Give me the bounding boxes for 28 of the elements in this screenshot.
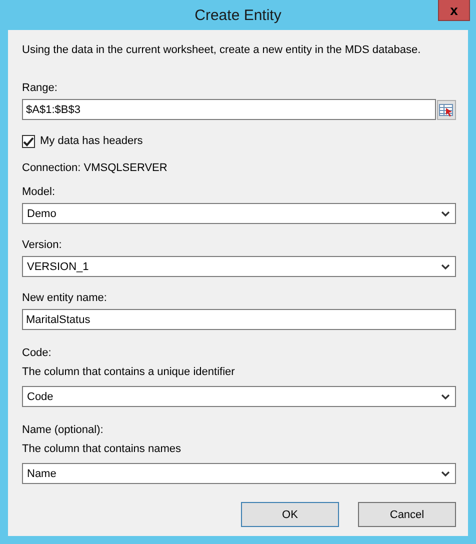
chevron-down-icon [441, 470, 450, 476]
headers-checkbox[interactable] [22, 135, 35, 148]
ok-button[interactable]: OK [241, 502, 339, 527]
field-label: Model: [22, 185, 56, 200]
chevron-down-icon [441, 210, 450, 216]
field-label: Code: [22, 346, 52, 361]
close-button[interactable]: x [438, 0, 470, 21]
chevron-down-icon [441, 394, 450, 400]
dropdown[interactable]: Code [22, 386, 456, 407]
range-field[interactable]: $A$1:$B$3 [22, 99, 436, 120]
dropdown[interactable]: Demo [22, 203, 456, 224]
window-title: Create Entity [194, 6, 282, 24]
description-text: Using the data in the current worksheet, create a new entity in the MDS database. [22, 43, 422, 58]
dropdown[interactable]: VERSION_1 [22, 256, 456, 277]
text-field[interactable]: MaritalStatus [22, 309, 456, 330]
field-hint: The column that contains names [22, 442, 182, 457]
connection-text: Connection: VMSQLSERVER [22, 161, 168, 176]
cancel-button[interactable]: Cancel [358, 502, 456, 527]
field-label: Version: [22, 238, 63, 253]
range-label: Range: [22, 81, 58, 96]
headers-label: My data has headers [40, 134, 143, 149]
field-label: Name (optional): [22, 423, 104, 438]
dropdown[interactable]: Name [22, 463, 456, 484]
chevron-down-icon [441, 264, 450, 270]
grid-arrow-icon [439, 102, 454, 116]
field-label: New entity name: [22, 291, 108, 306]
range-picker-button[interactable] [437, 100, 456, 120]
field-hint: The column that contains a unique identifier [22, 365, 236, 380]
